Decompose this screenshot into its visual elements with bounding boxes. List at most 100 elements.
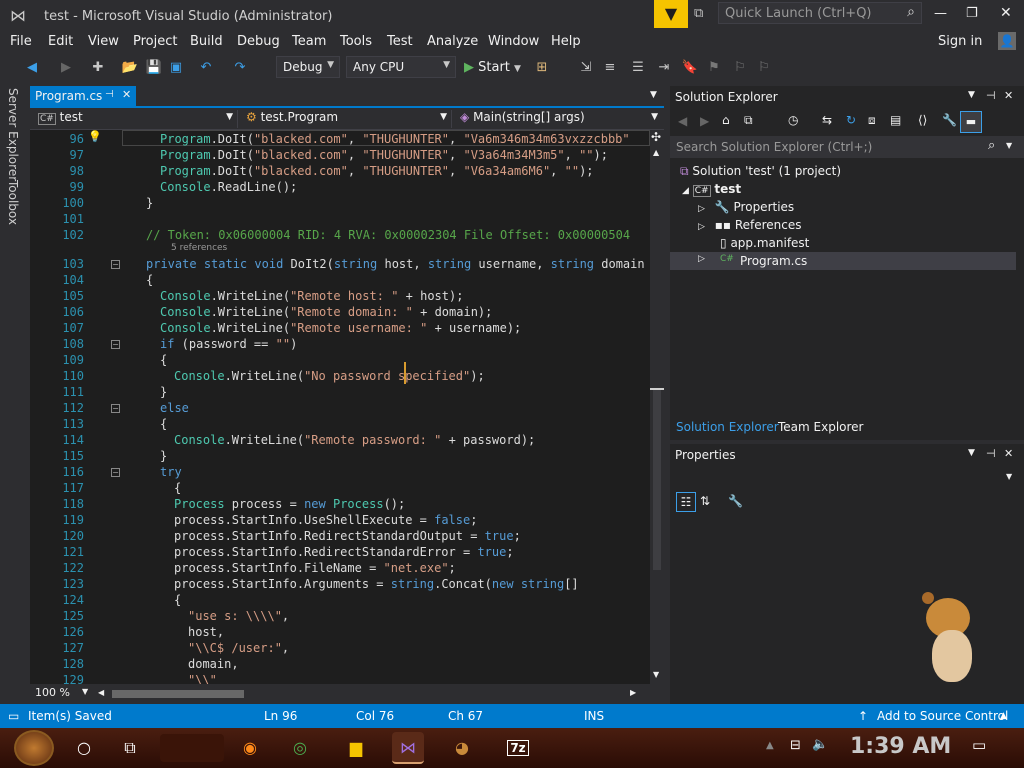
chevron-down-icon[interactable]: ▼ <box>1006 141 1012 150</box>
solution-configuration-dropdown[interactable]: Debug ▼ <box>276 56 340 78</box>
expanded-arrow-icon[interactable]: ◢ <box>682 186 689 196</box>
hamster-app-icon[interactable]: ◕ <box>446 732 478 764</box>
scroll-down-icon[interactable]: ▼ <box>653 670 659 679</box>
save-all-icon[interactable]: ▣ <box>166 58 186 78</box>
volume-icon[interactable]: 🔈 <box>812 737 828 752</box>
split-icon[interactable]: ✣ <box>651 130 661 144</box>
new-project-icon[interactable]: ✚ <box>88 58 108 78</box>
start-orb-icon[interactable] <box>14 730 54 766</box>
pending-changes-icon[interactable]: ◷ <box>788 113 798 127</box>
close-icon[interactable]: ✕ <box>1004 447 1013 460</box>
comment-icon[interactable]: ≡ <box>600 58 620 78</box>
notification-icon[interactable]: ⧉ <box>694 6 703 21</box>
7zip-icon[interactable]: 7z <box>502 732 534 764</box>
open-folder-icon[interactable]: 📂 <box>120 58 140 78</box>
start-button[interactable]: ▶ Start ▼ <box>464 60 521 75</box>
step-into-icon[interactable]: ⇲ <box>576 58 596 78</box>
menu-help[interactable]: Help <box>551 34 581 49</box>
categorized-icon[interactable]: ☷ <box>676 492 696 512</box>
clock[interactable]: 1:39 AM <box>850 734 951 759</box>
action-center-icon[interactable]: ▭ <box>972 736 986 754</box>
code-line[interactable]: Console.WriteLine("Remote password: " + … <box>174 433 535 447</box>
code-line[interactable]: } <box>160 385 167 399</box>
tab-solution-explorer[interactable]: Solution Explorer <box>676 420 779 434</box>
tree-item-properties[interactable]: ▷ 🔧 Properties <box>698 200 794 214</box>
code-line[interactable]: Console.ReadLine(); <box>160 180 297 194</box>
code-line[interactable]: private static void DoIt2(string host, s… <box>146 257 645 271</box>
code-line[interactable]: Program.DoIt("blacked.com", "THUGHUNTER"… <box>160 148 608 162</box>
menu-build[interactable]: Build <box>190 34 223 49</box>
member-selector[interactable]: ◈ Main(string[] args) ▼ <box>454 110 662 128</box>
close-icon[interactable]: ✕ <box>1004 89 1013 102</box>
close-icon[interactable]: ✕ <box>122 88 131 101</box>
bookmark-icon[interactable]: 🔖 <box>680 58 700 78</box>
scroll-right-icon[interactable]: ▶ <box>630 688 636 697</box>
code-line[interactable]: Console.WriteLine("Remote domain: " + do… <box>160 305 492 319</box>
pin-icon[interactable]: ⊣ <box>105 89 114 100</box>
undo-icon[interactable]: ↶ <box>196 58 216 78</box>
account-icon[interactable]: 👤 <box>998 32 1016 50</box>
project-node[interactable]: ◢ C# test <box>682 182 741 197</box>
solution-search-input[interactable]: Search Solution Explorer (Ctrl+;) ⌕ ▼ <box>670 136 1024 158</box>
code-line[interactable]: } <box>146 196 153 210</box>
file-explorer-icon[interactable]: ▆ <box>340 732 372 764</box>
uncomment-icon[interactable]: ☰ <box>628 58 648 78</box>
code-line[interactable]: { <box>174 593 181 607</box>
code-line[interactable]: if (password == "") <box>160 337 297 351</box>
quick-launch-input[interactable]: Quick Launch (Ctrl+Q) ⌕ <box>718 2 922 24</box>
collapsed-arrow-icon[interactable]: ▷ <box>698 254 705 264</box>
code-line[interactable]: Program.DoIt("blacked.com", "THUGHUNTER"… <box>160 164 594 178</box>
menu-team[interactable]: Team <box>292 34 326 49</box>
scroll-left-icon[interactable]: ◀ <box>98 688 104 697</box>
zoom-dropdown[interactable]: 100 % ▼ <box>32 686 92 702</box>
code-line[interactable]: "\\C$ /user:", <box>188 641 289 655</box>
code-line[interactable]: process.StartInfo.FileName = "net.exe"; <box>174 561 456 575</box>
clear-bookmarks-icon[interactable]: ⚐ <box>754 58 774 78</box>
code-line[interactable]: { <box>160 417 167 431</box>
solution-platform-dropdown[interactable]: Any CPU ▼ <box>346 56 456 78</box>
home-icon[interactable]: ⌂ <box>722 113 730 127</box>
indent-icon[interactable]: ⇥ <box>654 58 674 78</box>
task-view-icon[interactable]: ⧉ <box>114 732 146 764</box>
lightbulb-icon[interactable]: 💡 <box>88 130 102 144</box>
add-to-source-control[interactable]: Add to Source Control <box>877 709 1008 723</box>
collapsed-arrow-icon[interactable]: ▷ <box>698 204 705 214</box>
maximize-button[interactable]: ❐ <box>966 6 978 21</box>
code-line[interactable]: Console.WriteLine("Remote host: " + host… <box>160 289 463 303</box>
tree-item-program-cs[interactable]: ▷ C# Program.cs <box>670 252 1016 270</box>
code-line[interactable]: "use s: \\\\", <box>188 609 289 623</box>
toolbox-tab[interactable]: Toolbox <box>6 180 20 225</box>
scroll-thumb[interactable] <box>653 390 661 570</box>
tree-item-references[interactable]: ▷ ▪▪ References <box>698 218 802 232</box>
collapse-icon[interactable]: − <box>111 260 120 269</box>
collapse-icon[interactable]: − <box>111 340 120 349</box>
cortana-icon[interactable]: ○ <box>68 732 100 764</box>
menu-edit[interactable]: Edit <box>48 34 73 49</box>
pin-icon[interactable]: ⊣ <box>986 89 996 102</box>
collapsed-arrow-icon[interactable]: ▷ <box>698 222 705 232</box>
code-line[interactable]: domain, <box>188 657 239 671</box>
object-selector[interactable]: ▼ <box>670 468 1024 488</box>
properties-wrench-icon[interactable]: 🔧 <box>942 113 957 127</box>
code-line[interactable]: else <box>160 401 189 415</box>
panel-menu-icon[interactable]: ▼ <box>968 90 975 100</box>
tray-overflow-icon[interactable]: ▲ <box>766 740 774 751</box>
menu-window[interactable]: Window <box>488 34 539 49</box>
chevron-up-icon[interactable]: ▲ <box>1000 711 1007 721</box>
chrome-icon[interactable]: ◎ <box>284 732 316 764</box>
visual-studio-taskbar-icon[interactable]: ⋈ <box>392 732 424 764</box>
preview-selected-icon[interactable]: ▬ <box>960 111 982 133</box>
alphabetical-icon[interactable]: ⇅ <box>700 494 710 508</box>
code-area[interactable]: 💡 96 Program.DoIt("blacked.com", "THUGHUN… <box>30 130 650 684</box>
browser-link-icon[interactable]: ⊞ <box>532 58 552 78</box>
panel-menu-icon[interactable]: ▼ <box>968 448 975 458</box>
code-line[interactable]: try <box>160 465 182 479</box>
collapse-icon[interactable]: − <box>111 404 120 413</box>
code-line[interactable]: host, <box>188 625 224 639</box>
menu-analyze[interactable]: Analyze <box>427 34 478 49</box>
code-line[interactable]: { <box>146 273 153 287</box>
sync-icon[interactable]: ⇆ <box>822 113 832 127</box>
collapse-all-icon[interactable]: ⧈ <box>868 113 876 128</box>
forward-icon[interactable]: ▶ <box>56 58 76 78</box>
switch-views-icon[interactable]: ⧉ <box>744 113 753 128</box>
